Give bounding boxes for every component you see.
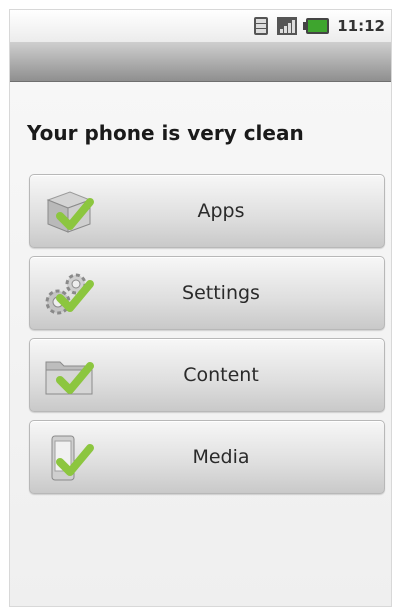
apps-button-label: Apps	[197, 200, 245, 222]
media-button[interactable]: Media	[29, 420, 385, 494]
battery-icon	[303, 16, 330, 36]
title-bar	[10, 42, 391, 82]
main-content: Your phone is very clean Apps Settings C…	[10, 82, 391, 606]
settings-button-label: Settings	[182, 282, 260, 304]
phone-screen: 11:12 Your phone is very clean Apps Sett…	[9, 9, 392, 607]
status-bar: 11:12	[10, 10, 391, 42]
status-time: 11:12	[337, 17, 385, 35]
media-button-label: Media	[192, 446, 250, 468]
sync-icon	[251, 16, 271, 36]
content-button[interactable]: Content	[29, 338, 385, 412]
page-headline: Your phone is very clean	[27, 121, 304, 145]
content-button-label: Content	[183, 364, 259, 386]
apps-button[interactable]: Apps	[29, 174, 385, 248]
settings-button[interactable]: Settings	[29, 256, 385, 330]
signal-icon	[277, 16, 298, 36]
